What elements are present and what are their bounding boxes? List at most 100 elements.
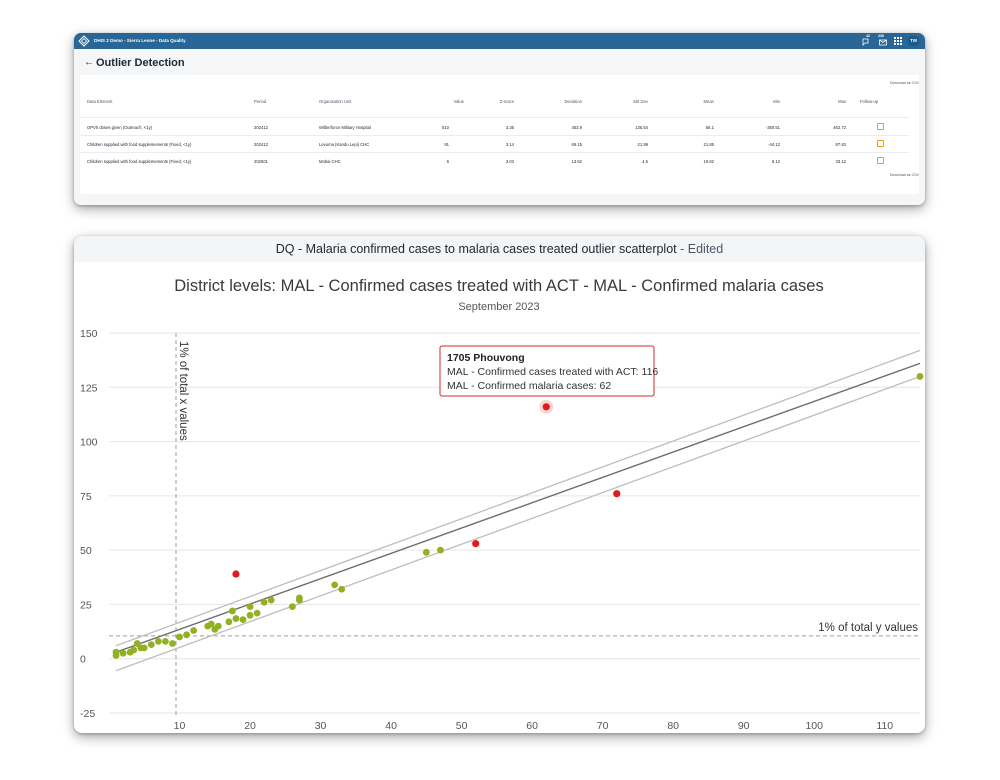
chart-subtitle: September 2023 [458, 301, 539, 313]
user-avatar[interactable]: TW [908, 36, 919, 46]
data-point [229, 607, 236, 615]
back-arrow-icon[interactable]: ← [84, 57, 94, 69]
x-tick-label: 80 [667, 720, 679, 732]
cell-org-unit: Wilberforce Military Hospital [319, 125, 371, 130]
table-row-divider [80, 152, 909, 153]
x-threshold-label: 1% of total x values [177, 341, 189, 441]
cell-data-element: OPV0 doses given (Outreach, <1y) [87, 125, 153, 130]
table-header-divider [80, 117, 909, 118]
y-tick-label: 0 [80, 654, 86, 666]
tooltip-title: 1705 Phouvong [447, 352, 525, 364]
follow-up-checkbox[interactable] [877, 123, 884, 130]
cell-org-unit: Levuma (Kandu Lepi) CHC [319, 142, 370, 147]
cell-org-unit: Mobai CHC [319, 159, 341, 164]
app-header-bar: DHIS 2 Demo - Sierra Leone - Data Qualit… [74, 33, 925, 49]
cell-min: -44.12 [768, 142, 780, 147]
column-header-data-element[interactable]: Data Element [87, 99, 112, 104]
table-row-divider [80, 135, 909, 136]
apps-menu-icon[interactable] [893, 36, 903, 46]
data-point [422, 548, 430, 556]
data-point [119, 649, 127, 657]
cell-period: 202412 [254, 125, 268, 130]
cell-z-score: 3.14 [505, 142, 514, 147]
y-tick-label: 100 [80, 437, 98, 449]
cell-period: 202412 [254, 142, 268, 147]
dhis2-logo-icon[interactable] [78, 35, 90, 47]
column-header-deviation[interactable]: Deviation [532, 99, 582, 104]
download-csv-link-bottom[interactable]: Download as CSV [890, 173, 919, 177]
x-tick-label: 90 [738, 720, 750, 732]
column-header-period[interactable]: Period [254, 99, 266, 104]
y-tick-label: -25 [80, 708, 95, 720]
cell-data-element: Children supplied with food supplemement… [87, 159, 192, 164]
column-header-std-dev[interactable]: Std Dev [598, 99, 648, 104]
app-title: DHIS 2 Demo - Sierra Leone - Data Qualit… [94, 38, 186, 43]
column-header-max[interactable]: Max [796, 99, 846, 104]
data-point [162, 637, 169, 645]
column-header-value[interactable]: Value [414, 99, 464, 104]
lower-bound-line [115, 375, 921, 672]
data-point [437, 546, 444, 554]
outlier-point [542, 403, 550, 411]
cell-mean: 21.85 [703, 142, 714, 147]
cell-data-element: Children supplied with food supplemement… [87, 142, 192, 147]
data-point [154, 637, 162, 645]
cell-z-score: 3.03 [505, 159, 514, 164]
data-point [130, 646, 138, 654]
y-tick-label: 125 [80, 382, 98, 394]
chart-header-title: DQ - Malaria confirmed cases to malaria … [275, 242, 677, 256]
column-header-follow-up[interactable]: Follow-up [860, 99, 878, 104]
chart-title: District levels: MAL - Confirmed cases t… [174, 277, 824, 295]
cell-max: 87.83 [835, 142, 846, 147]
data-point [260, 598, 268, 606]
column-header-mean[interactable]: Mean [664, 99, 714, 104]
y-tick-label: 25 [80, 599, 92, 611]
scatter-chart: District levels: MAL - Confirmed cases t… [80, 277, 924, 732]
cell-mean: 56.1 [705, 125, 714, 130]
cell-std-dev: 21.99 [637, 142, 648, 147]
cell-value: 91 [444, 142, 449, 147]
data-point [225, 618, 233, 626]
data-point [214, 622, 222, 630]
y-tick-label: 150 [80, 328, 98, 340]
column-header-z-score[interactable]: Z-score [464, 99, 514, 104]
cell-z-score: 3.35 [505, 125, 514, 130]
data-point [232, 615, 240, 622]
tooltip-line-2: MAL - Confirmed malaria cases: 62 [447, 380, 611, 392]
page-title: Outlier Detection [96, 57, 185, 69]
cell-value: 510 [442, 125, 449, 130]
cell-mean: 19.62 [703, 159, 714, 164]
outlier-point [472, 540, 480, 548]
data-point [239, 616, 247, 624]
download-csv-link-top[interactable]: Download as CSV [890, 81, 919, 85]
cell-max: 462.72 [833, 125, 846, 130]
data-point [183, 631, 190, 639]
data-point [338, 585, 346, 593]
cell-deviation: 69.15 [571, 142, 582, 147]
cell-std-dev: 135.54 [635, 125, 648, 130]
x-tick-label: 40 [385, 720, 397, 732]
x-tick-label: 30 [315, 720, 327, 732]
x-tick-label: 50 [456, 720, 468, 732]
x-tick-label: 110 [876, 720, 893, 732]
data-point [331, 581, 339, 589]
data-point [176, 633, 183, 641]
cell-min: -350.51 [765, 125, 780, 130]
outlier-detection-window: DHIS 2 Demo - Sierra Leone - Data Qualit… [74, 33, 925, 205]
y-tick-label: 75 [80, 491, 92, 503]
data-point [112, 652, 120, 659]
follow-up-checkbox[interactable] [877, 157, 884, 164]
cell-period: 202501 [254, 159, 268, 164]
data-point [246, 603, 254, 610]
column-header-min[interactable]: Min [730, 99, 780, 104]
column-header-org-unit[interactable]: Organisation Unit [319, 99, 351, 104]
data-point [267, 596, 275, 604]
cell-deviation: 13.62 [571, 159, 582, 164]
cell-min: 6.12 [771, 159, 780, 164]
follow-up-checkbox[interactable] [877, 140, 884, 147]
outlier-point [232, 570, 240, 578]
data-point [169, 640, 176, 647]
scatterplot-window: DQ - Malaria confirmed cases to malaria … [74, 236, 925, 733]
x-tick-label: 70 [597, 720, 609, 732]
mail-count-badge: 236 [878, 34, 884, 38]
